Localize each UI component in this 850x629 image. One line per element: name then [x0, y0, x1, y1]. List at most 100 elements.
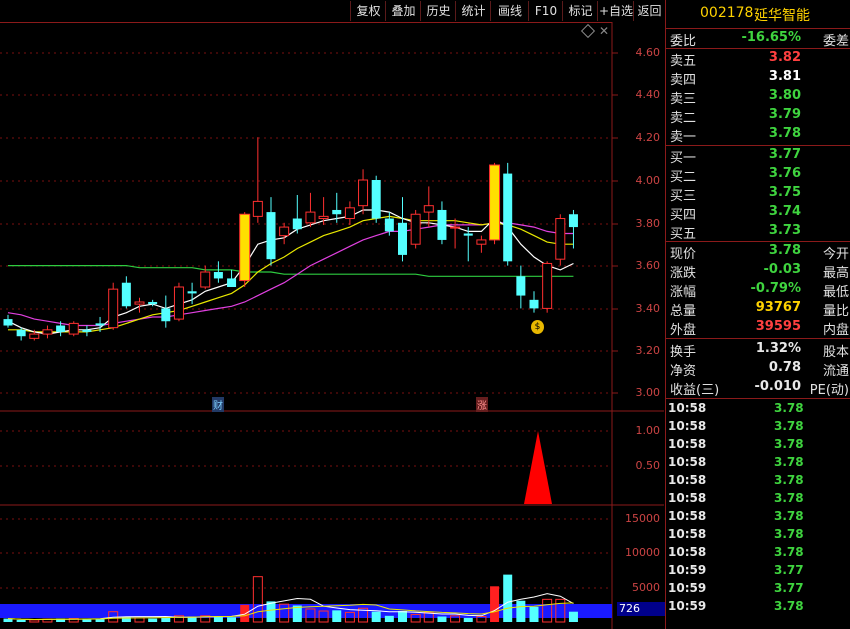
money-bag-icon[interactable]: $: [531, 320, 544, 334]
sell-order-value: 3.79: [768, 107, 801, 122]
tick-row[interactable]: 10:58 3.78: [666, 418, 850, 436]
tick-row[interactable]: 10:58 3.78: [666, 454, 850, 472]
volume-bar: [463, 617, 473, 622]
kline-chart-svg[interactable]: [0, 0, 664, 629]
price-axis-label: 3.80: [635, 217, 661, 230]
volume-axis-label: 15000: [625, 512, 660, 525]
divider: [666, 338, 850, 339]
tick-row[interactable]: 10:59 3.78: [666, 598, 850, 616]
tick-price: 3.78: [774, 473, 804, 487]
indicator-axis-label: 1.00: [635, 424, 661, 437]
stat-row[interactable]: 总量 93767 量比: [666, 299, 850, 319]
tick-row[interactable]: 10:59 3.77: [666, 580, 850, 598]
stat2-row[interactable]: 净资 0.78 流通: [666, 359, 850, 379]
sell-order-row[interactable]: 卖一 3.78: [666, 125, 850, 145]
candle-body: [161, 308, 171, 322]
kline-chart-area[interactable]: 4.60 4.40 4.20 4.00 3.80 3.60 3.40 3.20 3.00 1.0…: [0, 0, 665, 629]
buy-order-label: 买四: [670, 208, 697, 223]
toolbar-button-4[interactable]: 画线: [490, 1, 529, 21]
tick-time: 10:59: [668, 563, 707, 577]
buy-order-row[interactable]: 买一 3.77: [666, 146, 850, 166]
tick-time: 10:58: [668, 419, 707, 433]
volume-bar: [529, 606, 539, 622]
buy-order-row[interactable]: 买五 3.73: [666, 222, 850, 242]
sell-order-value: 3.80: [768, 88, 801, 103]
toolbar-button-3[interactable]: 统计: [455, 1, 491, 21]
buy-order-value: 3.73: [768, 223, 801, 238]
buy-order-row[interactable]: 买四 3.74: [666, 203, 850, 223]
stat-label: 总量: [670, 304, 697, 319]
volume-axis-label: 10000: [625, 546, 660, 559]
buy-order-row[interactable]: 买二 3.76: [666, 165, 850, 185]
candle-body: [305, 211, 316, 224]
candle-body: [187, 291, 197, 294]
tick-price: 3.78: [774, 599, 804, 613]
tick-row[interactable]: 10:58 3.78: [666, 400, 850, 418]
close-icon[interactable]: ✕: [599, 24, 609, 38]
candle-body: [292, 218, 302, 230]
candle-body: [95, 323, 105, 326]
sell-order-row[interactable]: 卖二 3.79: [666, 106, 850, 126]
price-axis-label: 4.20: [635, 131, 661, 144]
toolbar-button-0[interactable]: 复权: [350, 1, 386, 21]
tick-row[interactable]: 10:58 3.78: [666, 526, 850, 544]
tick-row[interactable]: 10:58 3.78: [666, 472, 850, 490]
tick-row[interactable]: 10:58 3.78: [666, 490, 850, 508]
sell-order-row[interactable]: 卖三 3.80: [666, 87, 850, 107]
stat2-row[interactable]: 收益(三) -0.010 PE(动): [666, 378, 850, 398]
stat2-label: 收益(三): [670, 383, 720, 398]
volume-bar: [148, 618, 158, 622]
toolbar-button-8[interactable]: 返回: [633, 1, 665, 21]
price-axis-label: 3.60: [635, 259, 661, 272]
toolbar-button-6[interactable]: 标记: [562, 1, 598, 21]
toolbar-button-5[interactable]: F10: [528, 1, 563, 21]
tick-time: 10:59: [668, 599, 707, 613]
tick-row[interactable]: 10:58 3.78: [666, 436, 850, 454]
candle-body: [3, 319, 13, 326]
toolbar-button-7[interactable]: +自选: [597, 1, 634, 21]
stat-row[interactable]: 涨跌 -0.03 最高: [666, 261, 850, 281]
sell-order-row[interactable]: 卖五 3.82: [666, 49, 850, 69]
tick-row[interactable]: 10:59 3.77: [666, 562, 850, 580]
volume-bar: [29, 619, 40, 623]
buy-order-value: 3.77: [768, 147, 801, 162]
sell-order-row[interactable]: 卖四 3.81: [666, 68, 850, 88]
candle-body: [437, 209, 447, 240]
stat-value: 93767: [755, 300, 801, 315]
volume-panel: [0, 574, 612, 623]
volume-bar: [16, 619, 26, 622]
tick-time: 10:58: [668, 401, 707, 415]
candle-body: [542, 262, 553, 309]
stat2-value: -0.010: [754, 379, 801, 394]
tick-row[interactable]: 10:58 3.78: [666, 544, 850, 562]
flag-zhang[interactable]: 涨: [476, 397, 488, 412]
stat-row[interactable]: 涨幅 -0.79% 最低: [666, 280, 850, 300]
candle-body: [332, 209, 342, 215]
stat-value: -0.79%: [750, 281, 802, 296]
divider: [666, 398, 850, 399]
candle-body: [121, 282, 131, 307]
flag-cai[interactable]: 财: [212, 397, 224, 412]
toolbar-button-1[interactable]: 叠加: [385, 1, 421, 21]
candle-body: [173, 286, 184, 320]
volume-bar: [516, 600, 526, 622]
tick-row[interactable]: 10:58 3.78: [666, 508, 850, 526]
stat-label: 涨幅: [670, 285, 697, 300]
price-axis-label: 4.40: [635, 88, 661, 101]
candle-body: [200, 271, 211, 288]
stat-label: 外盘: [670, 323, 697, 338]
candle-body: [384, 218, 394, 232]
tick-time: 10:58: [668, 473, 707, 487]
candle-body: [318, 215, 329, 220]
stat2-row[interactable]: 换手 1.32% 股本: [666, 340, 850, 360]
sell-order-label: 卖五: [670, 54, 697, 69]
stat-row[interactable]: 现价 3.78 今开: [666, 242, 850, 262]
toolbar-button-2[interactable]: 历史: [420, 1, 456, 21]
volume-bar: [490, 586, 500, 622]
buy-order-row[interactable]: 买三 3.75: [666, 184, 850, 204]
candle-body: [503, 173, 513, 262]
candle-body: [56, 325, 66, 332]
stat-row[interactable]: 外盘 39595 内盘: [666, 318, 850, 338]
sell-order-value: 3.82: [768, 50, 801, 65]
candle-body: [344, 207, 355, 220]
